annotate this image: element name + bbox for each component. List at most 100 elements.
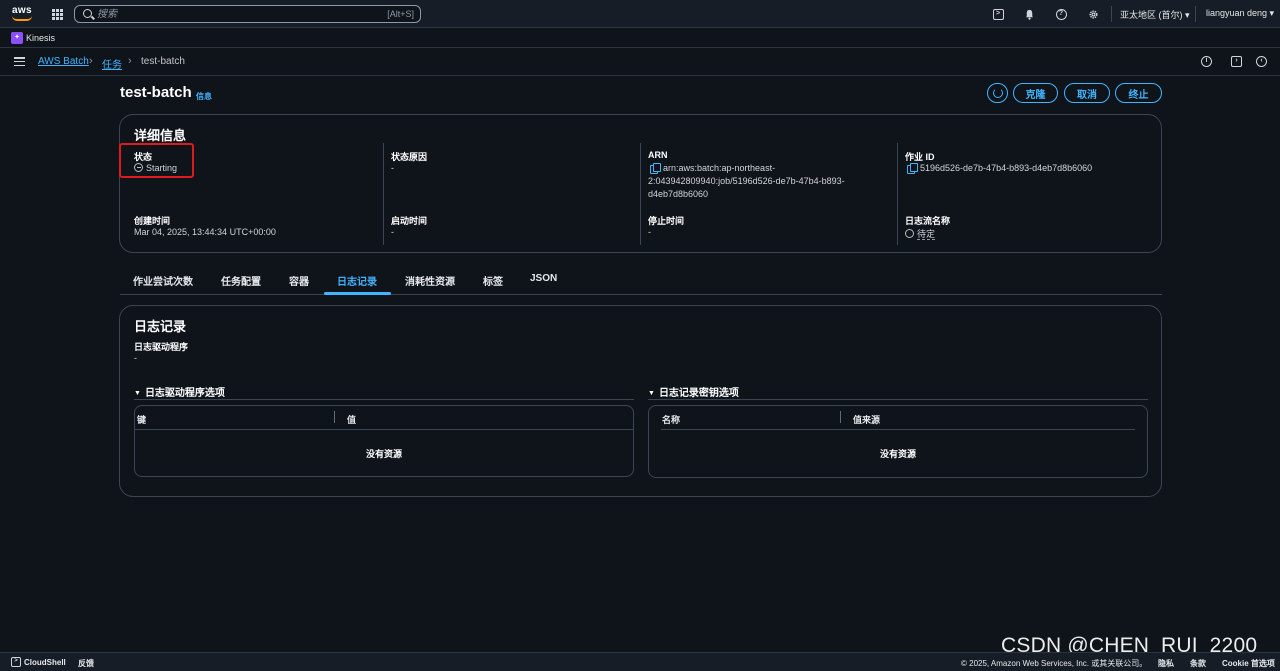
status-reason-label: 状态原因 bbox=[391, 152, 428, 162]
refresh-icon bbox=[992, 88, 1003, 98]
column-divider[interactable] bbox=[840, 411, 841, 423]
logging-heading: 日志记录 bbox=[134, 319, 187, 334]
info-link[interactable]: 信息 bbox=[196, 91, 212, 102]
empty-state: 没有资源 bbox=[365, 449, 402, 459]
search-input[interactable] bbox=[97, 7, 377, 21]
column-header-name: 名称 bbox=[662, 415, 681, 425]
column-divider[interactable] bbox=[334, 411, 335, 423]
logging-panel: 日志记录 日志驱动程序 - ▼ 日志驱动程序选项 键 值 没有资源 ▼ 日志记录密钥… bbox=[119, 305, 1162, 497]
caret-down-icon: ▼ bbox=[134, 390, 141, 397]
tab-job-attempts[interactable]: 作业尝试次数 bbox=[133, 273, 193, 288]
footer-cookie-preferences[interactable]: Cookie 首选项 bbox=[1222, 658, 1275, 669]
log-driver-options-table: 键 值 没有资源 bbox=[134, 405, 634, 477]
log-driver-options-title: 日志驱动程序选项 bbox=[144, 388, 225, 399]
tab-logging[interactable]: 日志记录 bbox=[337, 273, 377, 288]
tab-consumable-resources[interactable]: 消耗性资源 bbox=[405, 273, 455, 288]
tab-bar: 作业尝试次数 任务配置 容器 日志记录 消耗性资源 标签 JSON bbox=[120, 264, 1162, 295]
caret-down-icon: ▼ bbox=[648, 390, 655, 397]
search-box[interactable]: [Alt+S] bbox=[74, 5, 421, 23]
log-driver-label: 日志驱动程序 bbox=[134, 342, 189, 352]
breadcrumb-current: test-batch bbox=[141, 56, 185, 67]
aws-smile-icon bbox=[12, 16, 32, 21]
footer-terms[interactable]: 条款 bbox=[1190, 658, 1206, 669]
column-header-value-from: 值来源 bbox=[853, 415, 881, 425]
log-secret-options-table: 名称 值来源 没有资源 bbox=[648, 405, 1148, 478]
log-driver-value: - bbox=[134, 353, 137, 363]
expander-divider bbox=[134, 399, 634, 400]
breadcrumb-aws-batch[interactable]: AWS Batch bbox=[38, 56, 89, 67]
started-at-value: - bbox=[391, 227, 394, 237]
details-heading: 详细信息 bbox=[134, 128, 187, 143]
job-id-value: 5196d526-de7b-47b4-b893-d4eb7d8b6060 bbox=[920, 163, 1093, 173]
nav-separator bbox=[1195, 6, 1196, 22]
arn-label: ARN bbox=[648, 150, 668, 160]
created-at-label: 创建时间 bbox=[134, 216, 171, 226]
started-at-label: 启动时间 bbox=[391, 216, 428, 226]
log-stream-label: 日志流名称 bbox=[905, 216, 951, 226]
aws-logo[interactable]: aws bbox=[10, 5, 34, 23]
region-selector[interactable]: 亚太地区 (首尔) ▾ bbox=[1120, 8, 1190, 21]
chevron-right-icon: › bbox=[89, 55, 93, 67]
copy-arn-icon[interactable] bbox=[650, 163, 661, 174]
cloudshell-icon: > bbox=[992, 8, 1004, 20]
expander-divider bbox=[648, 399, 1148, 400]
footer-feedback[interactable]: 反馈 bbox=[78, 658, 94, 669]
menu-icon[interactable] bbox=[14, 57, 25, 66]
info-panel-icon[interactable]: i bbox=[1201, 56, 1212, 67]
top-navigation: aws [Alt+S] > ? 亚太地区 (首尔) ▾ liangyuan de… bbox=[0, 0, 1280, 28]
footer-privacy[interactable]: 隐私 bbox=[1158, 658, 1174, 669]
refresh-button[interactable] bbox=[987, 83, 1008, 103]
empty-state: 没有资源 bbox=[879, 449, 916, 459]
tab-tags[interactable]: 标签 bbox=[483, 273, 503, 288]
aws-logo-text: aws bbox=[12, 5, 32, 16]
user-menu[interactable]: liangyuan deng ▾ bbox=[1206, 8, 1274, 19]
footer: > CloudShell 反馈 © 2025, Amazon Web Servi… bbox=[0, 652, 1280, 671]
notifications-button[interactable] bbox=[1022, 7, 1036, 21]
close-panel-icon[interactable]: ‹ bbox=[1256, 56, 1267, 67]
log-secret-options-expander[interactable]: ▼ 日志记录密钥选项 bbox=[648, 384, 739, 399]
kinesis-shortcut[interactable]: Kinesis bbox=[26, 33, 55, 43]
column-divider bbox=[897, 143, 898, 245]
tab-container[interactable]: 容器 bbox=[289, 273, 309, 288]
kinesis-icon[interactable]: ✦ bbox=[11, 32, 23, 44]
side-panel-icon[interactable]: › bbox=[1231, 56, 1242, 67]
help-icon: ? bbox=[1055, 8, 1067, 20]
log-driver-options-expander[interactable]: ▼ 日志驱动程序选项 bbox=[134, 384, 225, 399]
column-divider bbox=[383, 143, 384, 245]
arn-value-line-3: d4eb7d8b6060 bbox=[648, 189, 709, 199]
breadcrumb-bar: AWS Batch › 任务 › test-batch bbox=[0, 48, 1280, 76]
bell-icon bbox=[1025, 9, 1033, 20]
page-title: test-batch bbox=[120, 84, 192, 101]
gear-icon bbox=[1088, 9, 1098, 19]
log-stream-value: 待定 bbox=[905, 227, 936, 240]
cloudshell-button[interactable]: > bbox=[991, 7, 1005, 21]
created-at-value: Mar 04, 2025, 13:44:34 UTC+00:00 bbox=[134, 227, 276, 237]
chevron-right-icon: › bbox=[128, 55, 132, 67]
services-grid-icon[interactable] bbox=[52, 9, 63, 20]
pending-icon bbox=[905, 229, 914, 238]
log-stream-text: 待定 bbox=[917, 229, 936, 240]
active-tab-indicator bbox=[324, 292, 391, 295]
footer-cloudshell[interactable]: CloudShell bbox=[24, 658, 66, 667]
arn-value-line-2: 2:043942809940:job/5196d526-de7b-47b4-b8… bbox=[648, 176, 845, 186]
stopped-at-label: 停止时间 bbox=[648, 216, 685, 226]
cancel-button[interactable]: 取消 bbox=[1064, 83, 1110, 103]
cloudshell-icon[interactable]: > bbox=[11, 657, 21, 667]
help-button[interactable]: ? bbox=[1054, 7, 1068, 21]
column-header-value: 值 bbox=[347, 415, 357, 425]
footer-copyright: © 2025, Amazon Web Services, Inc. 或其关联公司… bbox=[961, 659, 1148, 668]
tab-job-configuration[interactable]: 任务配置 bbox=[221, 273, 261, 288]
status-highlight-box bbox=[119, 143, 194, 178]
terminate-button[interactable]: 终止 bbox=[1115, 83, 1162, 103]
settings-button[interactable] bbox=[1086, 7, 1100, 21]
clone-button[interactable]: 克隆 bbox=[1013, 83, 1058, 103]
stopped-at-value: - bbox=[648, 227, 651, 237]
copy-job-id-icon[interactable] bbox=[907, 163, 918, 174]
breadcrumb-jobs[interactable]: 任务 bbox=[102, 56, 122, 71]
column-header-key: 键 bbox=[137, 415, 147, 425]
table-header-divider bbox=[661, 429, 1135, 430]
nav-separator bbox=[1111, 6, 1112, 22]
tab-json[interactable]: JSON bbox=[530, 273, 557, 284]
table-header-divider bbox=[135, 429, 633, 430]
details-panel: 详细信息 状态 Starting 状态原因 - ARN arn:aws:batc… bbox=[119, 114, 1162, 253]
